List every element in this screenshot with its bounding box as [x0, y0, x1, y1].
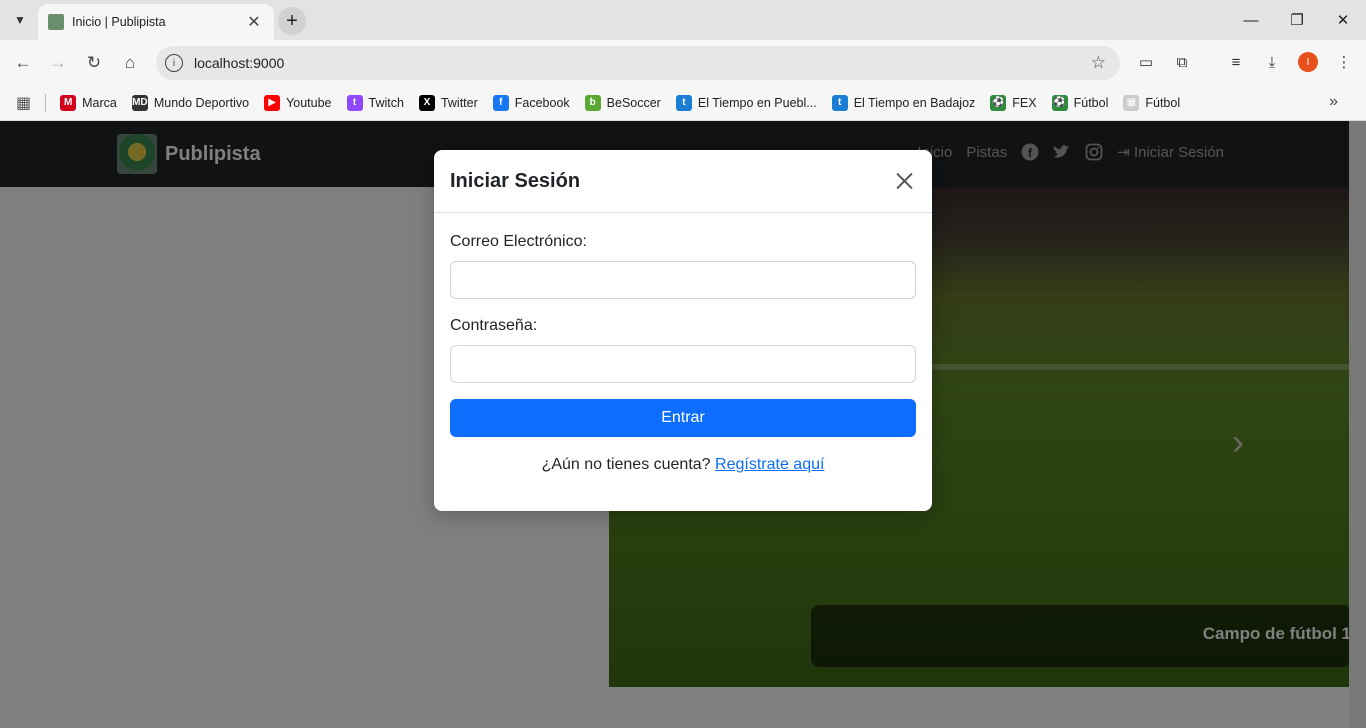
register-line: ¿Aún no tienes cuenta? Regístrate aquí [450, 456, 916, 474]
bookmark-item[interactable]: MD Mundo Deportivo [131, 94, 250, 111]
bookmark-label: Twitter [440, 95, 478, 110]
restore-icon[interactable]: ❐ [1274, 0, 1320, 40]
reload-icon[interactable]: ↻ [79, 48, 109, 78]
bookmark-label: Twitch [368, 95, 404, 110]
email-label: Correo Electrónico: [450, 233, 587, 250]
forward-icon[interactable]: → [43, 48, 73, 78]
profile-initial: I [1298, 52, 1318, 72]
bookmark-favicon-icon: t [346, 94, 363, 111]
modal-title: Iniciar Sesión [450, 169, 581, 192]
email-field[interactable] [450, 261, 916, 299]
bookmark-favicon-icon: ▶ [264, 94, 281, 111]
bookmark-label: Marca [82, 95, 117, 110]
tab-close-icon[interactable]: ✕ [244, 12, 264, 32]
bookmark-favicon-icon: M [60, 94, 77, 111]
close-window-icon[interactable]: ✕ [1320, 0, 1366, 40]
bookmark-label: Mundo Deportivo [153, 95, 250, 110]
bookmark-item[interactable]: t El Tiempo en Badajoz [831, 94, 976, 111]
site-info-icon[interactable]: i [165, 54, 183, 72]
menu-icon[interactable]: ⋮ [1330, 48, 1358, 76]
bookmark-label: BeSoccer [606, 95, 661, 110]
bookmarks-divider [45, 93, 47, 112]
tab-title: Inicio | Publipista [72, 15, 166, 29]
bookmark-item[interactable]: t Twitch [346, 94, 404, 111]
register-prompt: ¿Aún no tienes cuenta? [541, 456, 711, 473]
bookmark-favicon-icon: MD [131, 94, 148, 111]
new-tab-button[interactable]: + [278, 7, 306, 35]
bookmarks-bar: ▦ M Marca MD Mundo Deportivo ▶ Youtube t Twitch… [0, 85, 1366, 121]
window-controls: — ❐ ✕ [1228, 0, 1366, 40]
address-bar[interactable]: i localhost:9000 ☆ [156, 46, 1120, 80]
bookmark-favicon-icon: ▦ [1123, 94, 1140, 111]
modal-close-icon[interactable] [892, 169, 916, 193]
tab-strip: ▼ Inicio | Publipista ✕ + — ❐ ✕ [0, 0, 1366, 40]
bookmark-favicon-icon: t [675, 94, 692, 111]
apps-grid-icon[interactable]: ▦ [16, 93, 31, 113]
bookmark-favicon-icon: X [418, 94, 435, 111]
bookmark-label: El Tiempo en Badajoz [853, 95, 976, 110]
bookmark-favicon-icon: ⚽ [1051, 94, 1068, 111]
active-tab[interactable]: Inicio | Publipista ✕ [38, 4, 274, 40]
bookmark-item[interactable]: ⚽ FEX [990, 94, 1037, 111]
tab-favicon-icon [48, 14, 64, 30]
profile-avatar[interactable]: I [1294, 48, 1322, 76]
login-modal: Iniciar Sesión Correo Electrónico: Contr… [434, 150, 932, 511]
bookmark-favicon-icon: t [831, 94, 848, 111]
minimize-icon[interactable]: — [1228, 0, 1274, 40]
bookmark-item[interactable]: M Marca [60, 94, 117, 111]
back-icon[interactable]: ← [8, 48, 38, 78]
password-field[interactable] [450, 345, 916, 383]
bookmark-item[interactable]: X Twitter [418, 94, 478, 111]
url-text[interactable]: localhost:9000 [194, 55, 1091, 71]
bookmark-item[interactable]: ▦ Fútbol [1123, 94, 1181, 111]
bookmark-item[interactable]: ▶ Youtube [264, 94, 332, 111]
tab-search-icon[interactable]: ▼ [6, 6, 34, 34]
media-icon[interactable]: ≡ [1222, 48, 1250, 76]
bookmark-label: FEX [1012, 95, 1037, 110]
home-icon[interactable]: ⌂ [115, 48, 145, 78]
bookmark-label: Facebook [514, 95, 570, 110]
bookmark-favicon-icon: f [492, 94, 509, 111]
bookmark-favicon-icon: ⚽ [990, 94, 1007, 111]
cast-icon[interactable]: ▭ [1132, 48, 1160, 76]
bookmark-label: Fútbol [1073, 95, 1109, 110]
bookmark-label: Fútbol [1145, 95, 1181, 110]
browser-toolbar: ← → ↻ ⌂ i localhost:9000 ☆ ▭ ⧉ ≡ ⤓ I ⋮ [0, 40, 1366, 85]
bookmark-item[interactable]: f Facebook [492, 94, 570, 111]
bookmark-label: El Tiempo en Puebl... [697, 95, 817, 110]
bookmark-item[interactable]: b BeSoccer [584, 94, 661, 111]
register-link[interactable]: Regístrate aquí [715, 456, 824, 473]
bookmark-item[interactable]: ⚽ Fútbol [1051, 94, 1109, 111]
bookmark-item[interactable]: t El Tiempo en Puebl... [675, 94, 817, 111]
password-label: Contraseña: [450, 317, 538, 334]
bookmark-label: Youtube [286, 95, 332, 110]
downloads-icon[interactable]: ⤓ [1258, 48, 1286, 76]
extensions-icon[interactable]: ⧉ [1168, 48, 1196, 76]
bookmark-star-icon[interactable]: ☆ [1091, 53, 1106, 73]
more-bookmarks-icon[interactable]: » [1329, 93, 1338, 111]
bookmark-favicon-icon: b [584, 94, 601, 111]
modal-body: Correo Electrónico: Contraseña: Entrar ¿… [434, 213, 932, 474]
bookmarks-list: M Marca MD Mundo Deportivo ▶ Youtube t Twitch X T… [60, 94, 1195, 111]
modal-header: Iniciar Sesión [434, 150, 932, 213]
login-submit-button[interactable]: Entrar [450, 399, 916, 437]
